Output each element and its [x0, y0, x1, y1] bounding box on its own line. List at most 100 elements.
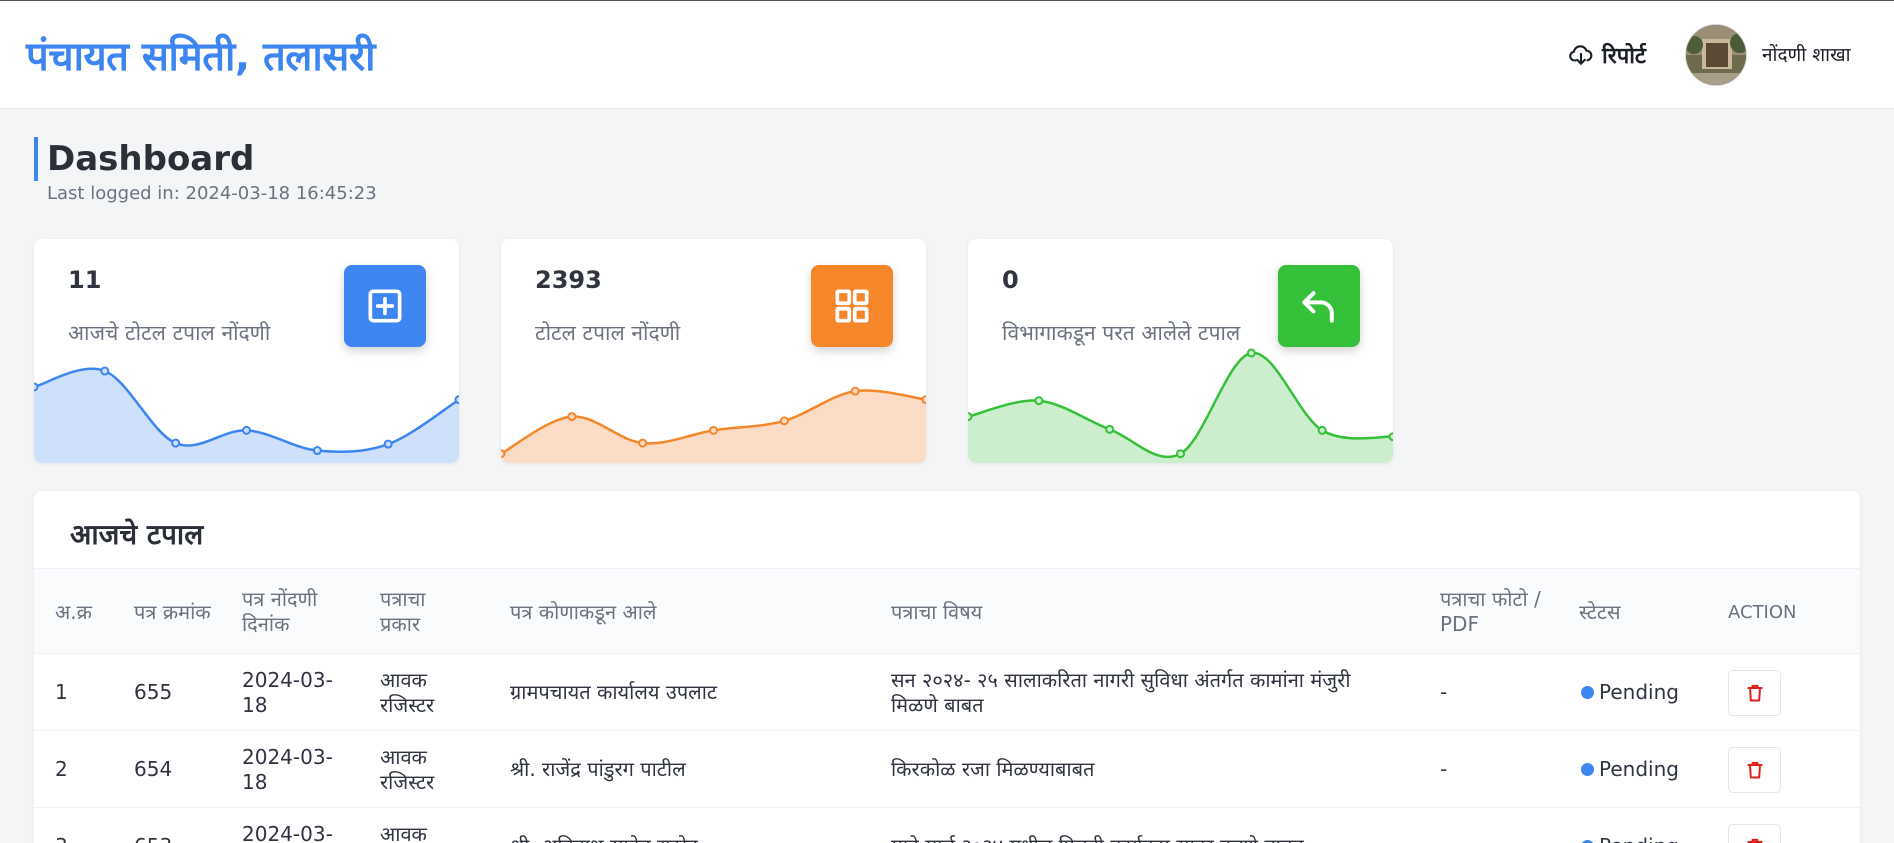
plus-square-icon	[368, 289, 402, 323]
sparkline-point	[968, 412, 973, 422]
trash-icon	[1746, 761, 1763, 778]
report-button[interactable]: रिपोर्ट	[1568, 39, 1646, 71]
sparkline-chart	[501, 386, 926, 463]
sparkline-point	[454, 395, 459, 405]
column-header[interactable]: पत्र नोंदणी दिनांक	[242, 569, 342, 655]
trash-icon	[1746, 838, 1763, 843]
stat-count: 11	[68, 266, 102, 294]
sparkline-point	[850, 386, 860, 396]
column-header[interactable]: ACTION	[1728, 569, 1828, 655]
delete-button[interactable]	[1728, 669, 1781, 716]
status-badge: Pending	[1581, 731, 1701, 808]
sparkline-point	[709, 425, 718, 435]
sparkline-point	[171, 438, 181, 448]
sparkline-point	[501, 449, 506, 459]
cell-sr: 2	[55, 757, 68, 781]
return-arrow-icon	[1302, 291, 1334, 323]
stat-count: 2393	[535, 266, 602, 294]
column-header[interactable]: पत्र कोणाकडून आले	[510, 569, 810, 655]
column-header[interactable]: पत्राचा प्रकार	[380, 569, 460, 655]
trash-icon	[1746, 684, 1763, 701]
cloud-download-icon	[1569, 45, 1593, 65]
delete-button[interactable]	[1728, 746, 1781, 793]
today-mail-table-card: आजचे टपाल अ.क्र पत्र क्रमांक पत्र नोंदणी…	[34, 491, 1860, 843]
sparkline-point	[1176, 449, 1185, 459]
cell-type: आवक रजिस्टर	[380, 821, 427, 843]
stat-label: टोटल टपाल नोंदणी	[535, 321, 681, 345]
sparkline-chart	[968, 348, 1393, 463]
stat-label: विभागाकडून परत आलेले टपाल	[1002, 321, 1241, 345]
table-title: आजचे टपाल	[70, 518, 204, 551]
stat-icon-button[interactable]	[344, 265, 426, 347]
sparkline-point	[1246, 348, 1256, 358]
sparkline-area	[34, 368, 459, 463]
stat-card-total[interactable]: 2393 टोटल टपाल नोंदणी	[501, 239, 926, 463]
sparkline-chart	[34, 366, 459, 463]
sparkline-point	[1105, 424, 1115, 434]
stat-icon-button[interactable]	[811, 265, 893, 347]
column-header[interactable]: पत्राचा विषय	[891, 569, 1341, 655]
stat-label: आजचे टोटल टपाल नोंदणी	[68, 321, 271, 345]
cell-subject: सन २०२४- २५ सालाकरिता नागरी सुविधा अंतर्…	[891, 667, 1351, 717]
sparkline-point	[779, 416, 789, 426]
status-badge: Pending	[1581, 654, 1701, 731]
stat-icon-button[interactable]	[1278, 265, 1360, 347]
cell-type: आवक रजिस्टर	[380, 667, 435, 717]
stat-card-today[interactable]: 11 आजचे टोटल टपाल नोंदणी	[34, 239, 459, 463]
cell-type: आवक रजिस्टर	[380, 744, 435, 794]
action-cell	[1728, 654, 1788, 731]
cell-file: -	[1440, 680, 1448, 704]
action-cell	[1728, 731, 1788, 808]
report-label: रिपोर्ट	[1602, 44, 1646, 69]
action-cell	[1728, 808, 1788, 843]
cell-date: 2024-03-18	[242, 821, 333, 843]
sparkline-point	[921, 395, 926, 405]
page-heading: Dashboard	[34, 137, 254, 181]
table-row[interactable]: 1 655 2024-03-18 आवक रजिस्टर ग्रामपचायत …	[34, 654, 1860, 731]
stat-card-returned[interactable]: 0 विभागाकडून परत आलेले टपाल	[968, 239, 1393, 463]
stat-count: 0	[1002, 266, 1019, 294]
sparkline-point	[100, 366, 110, 376]
column-header[interactable]: पत्राचा फोटो / PDF	[1440, 569, 1550, 655]
sparkline-point	[1317, 425, 1327, 435]
delete-button[interactable]	[1728, 823, 1781, 843]
avatar-photo-icon	[1686, 25, 1746, 85]
column-header[interactable]: पत्र क्रमांक	[134, 569, 224, 655]
status-text: Pending	[1599, 680, 1679, 704]
page-title: Dashboard	[47, 139, 255, 179]
status-badge: Pending	[1581, 808, 1701, 843]
sparkline-point	[638, 438, 648, 448]
cell-date: 2024-03-18	[242, 667, 333, 717]
cell-from: ग्रामपचायत कार्यालय उपलाट	[510, 680, 717, 704]
sparkline-area	[968, 352, 1393, 463]
sparkline-point	[242, 425, 251, 435]
cell-sr: 1	[55, 680, 68, 704]
cell-file: -	[1440, 808, 1500, 843]
cell-sr: 3	[55, 808, 115, 843]
status-text: Pending	[1599, 757, 1679, 781]
column-header[interactable]: स्टेटस	[1579, 569, 1679, 655]
table-header-row: अ.क्र पत्र क्रमांक पत्र नोंदणी दिनांक पत…	[34, 568, 1860, 654]
status-text: Pending	[1599, 834, 1679, 843]
sparkline-point	[1034, 396, 1044, 406]
status-dot-icon	[1581, 763, 1594, 776]
status-dot-icon	[1581, 686, 1594, 699]
brand-title[interactable]: पंचायत समिती, तलासरी	[26, 27, 376, 82]
top-navbar: पंचायत समिती, तलासरी रिपोर्ट नोंदणी शाखा	[0, 1, 1894, 109]
column-header[interactable]: अ.क्र	[55, 569, 125, 655]
table-row[interactable]: 3 653 2024-03-18 आवक रजिस्टर श्री. अविना…	[34, 808, 1860, 843]
cell-date: 2024-03-18	[242, 744, 333, 794]
cell-letter-no: 653	[134, 808, 224, 843]
cell-from: श्री. राजेंद्र पांडुरग पाटील	[510, 757, 686, 781]
cell-file: -	[1440, 757, 1448, 781]
last-login-text: Last logged in: 2024-03-18 16:45:23	[47, 183, 377, 204]
cell-subject: माहे मार्च २०२४ मधील फिरती कार्यक्रम साद…	[891, 808, 1391, 843]
table-row[interactable]: 2 654 2024-03-18 आवक रजिस्टर श्री. राजें…	[34, 731, 1860, 808]
avatar[interactable]	[1685, 24, 1747, 86]
sparkline-point	[567, 412, 577, 422]
sparkline-point	[34, 382, 39, 392]
cell-letter-no: 654	[134, 757, 173, 781]
user-name[interactable]: नोंदणी शाखा	[1762, 41, 1851, 67]
cell-from: श्री. अविनाश साहेब राठोड	[510, 808, 870, 843]
sparkline-point	[383, 439, 393, 449]
